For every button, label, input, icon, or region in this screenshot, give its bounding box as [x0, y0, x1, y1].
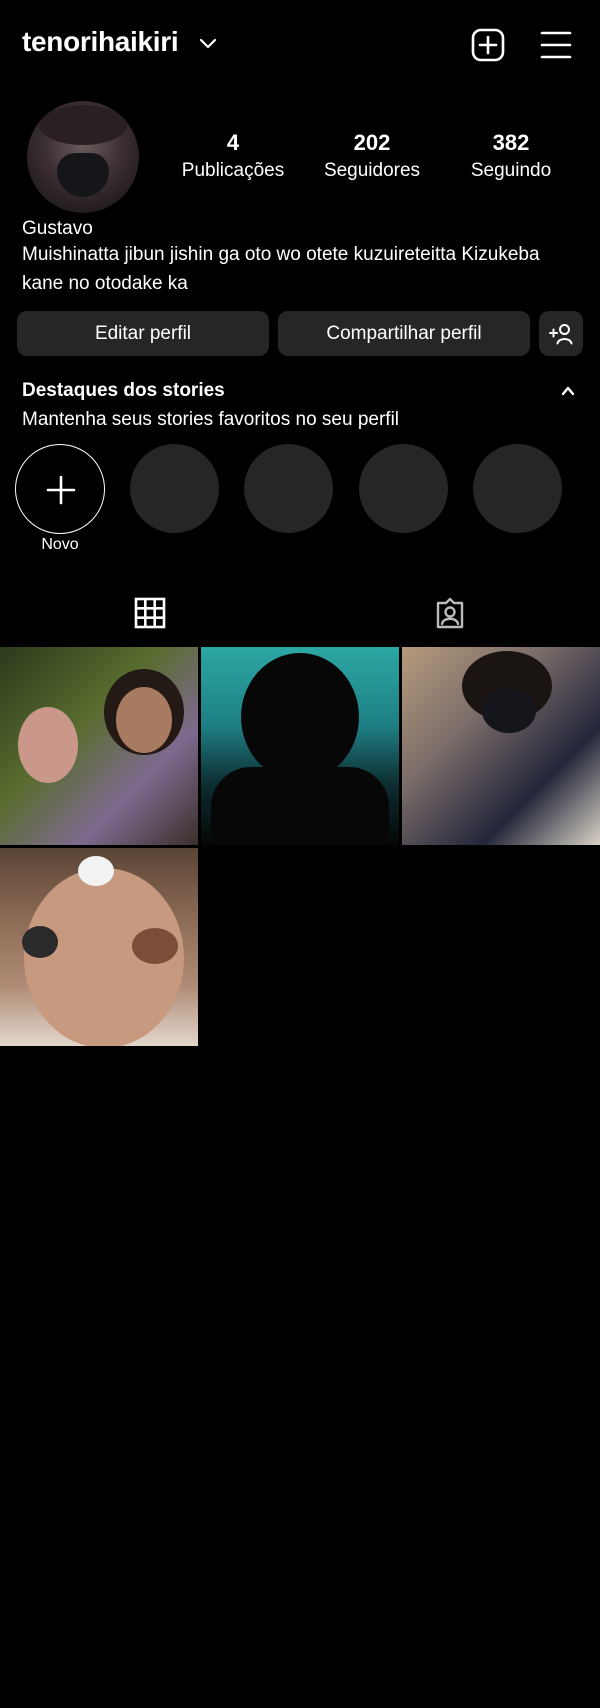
new-highlight-button[interactable] [15, 444, 105, 534]
highlight-placeholder [130, 444, 219, 533]
person-shape [18, 707, 78, 783]
sticker-shape [132, 928, 178, 964]
stat-followers-label: Seguidores [323, 160, 421, 181]
add-person-button[interactable] [539, 311, 583, 356]
hamburger-menu-icon[interactable] [540, 28, 572, 62]
username[interactable]: tenorihaikiri [22, 26, 179, 58]
post-thumbnail[interactable] [402, 647, 600, 845]
grid-icon[interactable] [132, 595, 168, 631]
chevron-down-icon[interactable] [198, 36, 218, 52]
profile-name: Gustavo [22, 218, 93, 239]
highlight-placeholder [244, 444, 333, 533]
stat-followers[interactable]: 202 Seguidores [302, 128, 442, 184]
new-highlight-label: Novo [41, 536, 79, 553]
stat-followers-value: 202 [353, 130, 391, 155]
stat-following[interactable]: 382 Seguindo [441, 128, 581, 184]
post-thumbnail[interactable] [0, 848, 198, 1046]
tagged-icon[interactable] [432, 595, 468, 631]
sticker-shape [22, 926, 58, 958]
stat-following-value: 382 [492, 130, 530, 155]
profile-avatar[interactable] [27, 101, 139, 213]
plus-icon [46, 475, 76, 505]
avatar-hair [39, 105, 127, 145]
plus-square-icon[interactable] [470, 27, 506, 63]
stat-posts-value: 4 [226, 130, 240, 155]
person-shape [241, 653, 359, 781]
chevron-up-icon[interactable] [560, 384, 576, 398]
stat-following-label: Seguindo [470, 160, 552, 181]
person-shape [211, 767, 389, 845]
person-shape [482, 689, 536, 733]
avatar-mask [57, 153, 109, 197]
highlights-title: Destaques dos stories [22, 380, 225, 401]
stat-posts-label: Publicações [181, 160, 285, 181]
top-bar: tenorihaikiri [0, 0, 600, 90]
add-person-icon [549, 323, 573, 344]
highlight-placeholder [359, 444, 448, 533]
highlight-placeholder [473, 444, 562, 533]
stat-posts[interactable]: 4 Publicações [163, 128, 303, 184]
sticker-shape [78, 856, 114, 886]
profile-bio: Muishinatta jibun jishin ga oto wo otete… [22, 244, 540, 294]
edit-profile-button[interactable]: Editar perfil [17, 311, 269, 356]
post-thumbnail[interactable] [201, 647, 399, 845]
share-profile-button[interactable]: Compartilhar perfil [278, 311, 530, 356]
post-thumbnail[interactable] [0, 647, 198, 845]
person-shape [116, 687, 172, 753]
highlights-subtitle: Mantenha seus stories favoritos no seu p… [22, 409, 400, 430]
